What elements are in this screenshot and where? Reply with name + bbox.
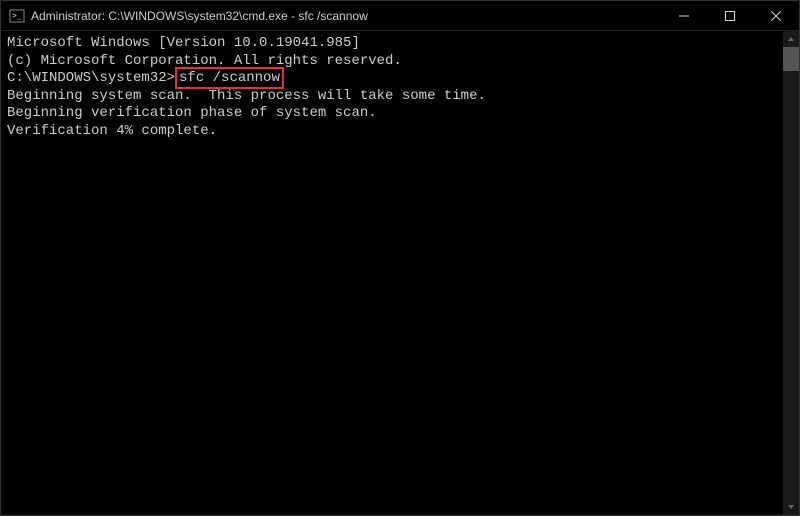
- output-line: Beginning verification phase of system s…: [7, 105, 777, 123]
- output-line: Microsoft Windows [Version 10.0.19041.98…: [7, 35, 777, 53]
- output-line: (c) Microsoft Corporation. All rights re…: [7, 53, 777, 71]
- command-highlight: sfc /scannow: [175, 67, 284, 89]
- cmd-icon: >_: [9, 8, 25, 24]
- close-button[interactable]: [753, 1, 799, 30]
- scrollbar-down-arrow[interactable]: [783, 499, 799, 515]
- terminal-body: Microsoft Windows [Version 10.0.19041.98…: [1, 31, 799, 515]
- maximize-button[interactable]: [707, 1, 753, 30]
- titlebar[interactable]: >_ Administrator: C:\WINDOWS\system32\cm…: [1, 1, 799, 31]
- terminal-output[interactable]: Microsoft Windows [Version 10.0.19041.98…: [1, 31, 783, 515]
- output-line: Verification 4% complete.: [7, 123, 777, 141]
- scrollbar-thumb[interactable]: [783, 47, 799, 71]
- window-controls: [661, 1, 799, 30]
- window-title: Administrator: C:\WINDOWS\system32\cmd.e…: [31, 9, 661, 23]
- prompt-line: C:\WINDOWS\system32>sfc /scannow: [7, 70, 777, 88]
- output-line: Beginning system scan. This process will…: [7, 88, 777, 106]
- scrollbar-up-arrow[interactable]: [783, 31, 799, 47]
- svg-text:>_: >_: [12, 11, 22, 20]
- scrollbar-track[interactable]: [783, 47, 799, 499]
- minimize-button[interactable]: [661, 1, 707, 30]
- vertical-scrollbar[interactable]: [783, 31, 799, 515]
- prompt: C:\WINDOWS\system32>: [7, 70, 175, 86]
- command-text: sfc /scannow: [179, 70, 280, 86]
- cmd-window: >_ Administrator: C:\WINDOWS\system32\cm…: [0, 0, 800, 516]
